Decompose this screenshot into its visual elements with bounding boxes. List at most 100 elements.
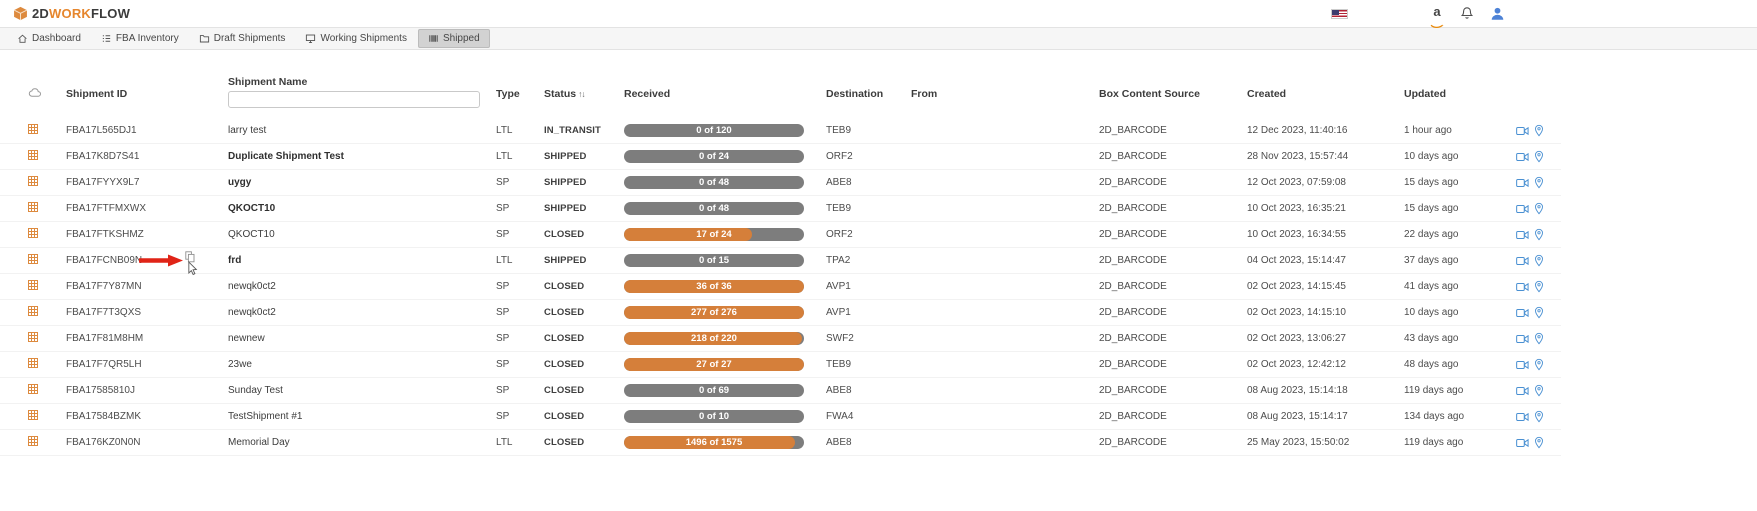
table-row[interactable]: FBA17K8D7S41 Duplicate Shipment Test LTL… <box>0 144 1561 170</box>
shipment-id[interactable]: FBA176KZ0N0N <box>66 437 228 448</box>
table-row[interactable]: FBA17F7T3QXS newqk0ct2 SP CLOSED 277 of … <box>0 300 1561 326</box>
table-row[interactable]: FBA17F7QR5LH 23we SP CLOSED 27 of 27 TEB… <box>0 352 1561 378</box>
notifications-bell-icon[interactable] <box>1460 6 1474 21</box>
video-action-icon[interactable] <box>1516 230 1529 240</box>
nav-label: Working Shipments <box>320 33 407 44</box>
shipment-id[interactable]: FBA17L565DJ1 <box>66 125 228 136</box>
video-action-icon[interactable] <box>1516 282 1529 292</box>
location-action-icon[interactable] <box>1534 332 1544 345</box>
table-row[interactable]: FBA17FCNB09N frd LTL SHIPPED 0 of 15 TPA… <box>0 248 1561 274</box>
nav-dashboard[interactable]: Dashboard <box>8 30 90 47</box>
table-row[interactable]: FBA17F7Y87MN newqk0ct2 SP CLOSED 36 of 3… <box>0 274 1561 300</box>
table-row[interactable]: FBA17L565DJ1 larry test LTL IN_TRANSIT 0… <box>0 118 1561 144</box>
location-action-icon[interactable] <box>1534 306 1544 319</box>
expand-grid-icon[interactable] <box>28 306 38 316</box>
expand-grid-icon[interactable] <box>28 228 38 238</box>
shipment-name-filter-input[interactable] <box>228 91 480 108</box>
sort-arrows-icon[interactable]: ↑↓ <box>578 89 585 99</box>
location-action-icon[interactable] <box>1534 436 1544 449</box>
expand-grid-icon[interactable] <box>28 150 38 160</box>
video-action-icon[interactable] <box>1516 438 1529 448</box>
location-action-icon[interactable] <box>1534 410 1544 423</box>
header-created[interactable]: Created <box>1247 88 1404 100</box>
expand-grid-icon[interactable] <box>28 254 38 264</box>
video-action-icon[interactable] <box>1516 360 1529 370</box>
table-row[interactable]: FBA17FTKSHMZ QKOCT10 SP CLOSED 17 of 24 … <box>0 222 1561 248</box>
expand-grid-icon[interactable] <box>28 358 38 368</box>
video-action-icon[interactable] <box>1516 334 1529 344</box>
shipment-id[interactable]: FBA17585810J <box>66 385 228 396</box>
shipment-status: CLOSED <box>544 385 624 396</box>
progress-label: 0 of 15 <box>624 254 804 267</box>
nav-fba-inventory[interactable]: FBA Inventory <box>92 30 188 47</box>
shipment-id[interactable]: FBA17K8D7S41 <box>66 151 228 162</box>
header-received[interactable]: Received <box>624 88 826 100</box>
table-row[interactable]: FBA17F81M8HM newnew SP CLOSED 218 of 220… <box>0 326 1561 352</box>
video-action-icon[interactable] <box>1516 152 1529 162</box>
shipment-name: QKOCT10 <box>228 203 496 214</box>
shipment-id[interactable]: FBA17FTKSHMZ <box>66 229 228 240</box>
updated: 119 days ago <box>1404 437 1516 448</box>
shipment-id[interactable]: FBA17F81M8HM <box>66 333 228 344</box>
video-action-icon[interactable] <box>1516 256 1529 266</box>
location-action-icon[interactable] <box>1534 384 1544 397</box>
updated: 41 days ago <box>1404 281 1516 292</box>
expand-grid-icon[interactable] <box>28 124 38 134</box>
monitor-icon <box>305 33 316 44</box>
shipment-id[interactable]: FBA17F7T3QXS <box>66 307 228 318</box>
header-type[interactable]: Type <box>496 88 544 100</box>
table-row[interactable]: FBA17584BZMK TestShipment #1 SP CLOSED 0… <box>0 404 1561 430</box>
expand-grid-icon[interactable] <box>28 332 38 342</box>
location-action-icon[interactable] <box>1534 358 1544 371</box>
video-action-icon[interactable] <box>1516 386 1529 396</box>
expand-grid-icon[interactable] <box>28 384 38 394</box>
location-action-icon[interactable] <box>1534 228 1544 241</box>
shipment-type: SP <box>496 203 544 214</box>
location-action-icon[interactable] <box>1534 280 1544 293</box>
received-progress-bar: 0 of 15 <box>624 254 804 267</box>
shipment-status: SHIPPED <box>544 177 624 188</box>
topbar: 2DWORKFLOW a <box>0 0 1551 27</box>
progress-label: 0 of 48 <box>624 202 804 215</box>
amazon-icon[interactable]: a <box>1430 6 1444 22</box>
table-row[interactable]: FBA17FTFMXWX QKOCT10 SP SHIPPED 0 of 48 … <box>0 196 1561 222</box>
header-box-content-source[interactable]: Box Content Source <box>1099 88 1247 100</box>
video-action-icon[interactable] <box>1516 126 1529 136</box>
expand-grid-icon[interactable] <box>28 202 38 212</box>
location-action-icon[interactable] <box>1534 202 1544 215</box>
shipment-id[interactable]: FBA17F7Y87MN <box>66 281 228 292</box>
expand-grid-icon[interactable] <box>28 410 38 420</box>
shipment-id[interactable]: FBA17FYYX9L7 <box>66 177 228 188</box>
location-action-icon[interactable] <box>1534 150 1544 163</box>
location-action-icon[interactable] <box>1534 176 1544 189</box>
video-action-icon[interactable] <box>1516 412 1529 422</box>
location-action-icon[interactable] <box>1534 254 1544 267</box>
shipment-id[interactable]: FBA17FTFMXWX <box>66 203 228 214</box>
expand-grid-icon[interactable] <box>28 436 38 446</box>
table-row[interactable]: FBA17585810J Sunday Test SP CLOSED 0 of … <box>0 378 1561 404</box>
received-progress-bar: 0 of 69 <box>624 384 804 397</box>
video-action-icon[interactable] <box>1516 204 1529 214</box>
shipment-id[interactable]: FBA17584BZMK <box>66 411 228 422</box>
location-action-icon[interactable] <box>1534 124 1544 137</box>
shipment-id[interactable]: FBA17F7QR5LH <box>66 359 228 370</box>
nav-working-shipments[interactable]: Working Shipments <box>296 30 416 47</box>
app-logo[interactable]: 2DWORKFLOW <box>13 6 130 21</box>
table-row[interactable]: FBA176KZ0N0N Memorial Day LTL CLOSED 149… <box>0 430 1561 456</box>
expand-grid-icon[interactable] <box>28 280 38 290</box>
header-from[interactable]: From <box>911 88 1099 100</box>
header-destination[interactable]: Destination <box>826 88 911 100</box>
video-action-icon[interactable] <box>1516 178 1529 188</box>
expand-grid-icon[interactable] <box>28 176 38 186</box>
header-status[interactable]: Status↑↓ <box>544 88 624 100</box>
table-row[interactable]: FBA17FYYX9L7 uygy SP SHIPPED 0 of 48 ABE… <box>0 170 1561 196</box>
shipment-name: QKOCT10 <box>228 229 496 240</box>
language-flag-icon[interactable] <box>1331 9 1348 19</box>
shipment-id[interactable]: FBA17FCNB09N <box>66 255 228 266</box>
header-shipment-id[interactable]: Shipment ID <box>66 88 228 100</box>
video-action-icon[interactable] <box>1516 308 1529 318</box>
header-updated[interactable]: Updated <box>1404 88 1516 100</box>
nav-draft-shipments[interactable]: Draft Shipments <box>190 30 295 47</box>
nav-shipped[interactable]: Shipped <box>418 29 490 48</box>
user-account-icon[interactable] <box>1490 6 1505 21</box>
